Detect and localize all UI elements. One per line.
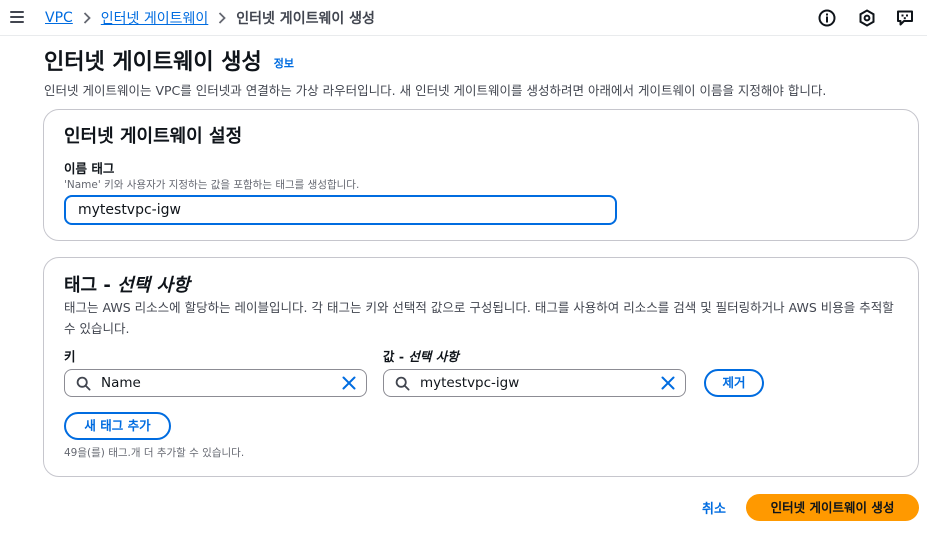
tag-value-label: 값 - 선택 사항 <box>383 346 459 365</box>
cancel-button[interactable]: 취소 <box>702 498 726 517</box>
tag-value-label-main: 값 - <box>383 349 409 364</box>
tag-key-value: Name <box>101 375 141 391</box>
tag-key-label: 키 <box>64 349 76 364</box>
page-title: 인터넷 게이트웨이 생성 정보 <box>44 44 294 76</box>
search-icon <box>395 376 410 391</box>
settings-panel: 인터넷 게이트웨이 설정 이름 태그 'Name' 키와 사용자가 지정하는 값… <box>43 109 919 241</box>
info-link[interactable]: 정보 <box>274 55 294 71</box>
tag-limit-note: 49을(를) 태그.개 더 추가할 수 있습니다. <box>64 447 245 459</box>
breadcrumb-vpc[interactable]: VPC <box>45 10 73 26</box>
tag-key-input[interactable]: Name <box>64 369 367 397</box>
add-new-tag-button[interactable]: 새 태그 추가 <box>64 412 171 440</box>
top-navigation-bar: VPC 인터넷 게이트웨이 인터넷 게이트웨이 생성 <box>0 0 927 36</box>
create-internet-gateway-button[interactable]: 인터넷 게이트웨이 생성 <box>746 494 919 521</box>
name-tag-description: 'Name' 키와 사용자가 지정하는 값을 포함하는 태그를 생성합니다. <box>64 179 360 191</box>
tags-title-main: 태그 - <box>64 275 118 296</box>
remove-tag-button[interactable]: 제거 <box>704 369 764 397</box>
clear-icon[interactable] <box>341 375 357 391</box>
chevron-right-icon <box>83 12 91 24</box>
tag-value-value: mytestvpc-igw <box>420 375 520 391</box>
tags-panel-title: 태그 - 선택 사항 <box>64 271 190 297</box>
chevron-right-icon <box>218 12 227 24</box>
name-tag-label: 이름 태그 <box>64 161 115 176</box>
menu-icon[interactable] <box>10 11 24 23</box>
breadcrumb-current: 인터넷 게이트웨이 생성 <box>236 11 375 27</box>
notifications-icon[interactable] <box>857 8 877 28</box>
search-icon <box>76 376 91 391</box>
tag-value-label-optional: 선택 사항 <box>408 349 459 364</box>
tag-value-input[interactable]: mytestvpc-igw <box>383 369 686 397</box>
settings-panel-title: 인터넷 게이트웨이 설정 <box>64 126 243 147</box>
page-title-text: 인터넷 게이트웨이 생성 <box>44 50 262 75</box>
tags-description: 태그는 AWS 리소스에 할당하는 레이블입니다. 각 태그는 키와 선택적 값… <box>64 300 894 336</box>
tags-panel: 태그 - 선택 사항 태그는 AWS 리소스에 할당하는 레이블입니다. 각 태… <box>43 257 919 477</box>
page-description: 인터넷 게이트웨이는 VPC를 인터넷과 연결하는 가상 라우터입니다. 새 인… <box>44 83 827 98</box>
tags-title-optional: 선택 사항 <box>117 275 190 296</box>
breadcrumb-internet-gateways[interactable]: 인터넷 게이트웨이 <box>101 8 209 28</box>
name-tag-input[interactable] <box>64 195 617 225</box>
clear-icon[interactable] <box>660 375 676 391</box>
breadcrumb: VPC 인터넷 게이트웨이 인터넷 게이트웨이 생성 <box>45 8 375 28</box>
feedback-icon[interactable] <box>895 8 915 28</box>
info-icon[interactable] <box>817 8 837 28</box>
